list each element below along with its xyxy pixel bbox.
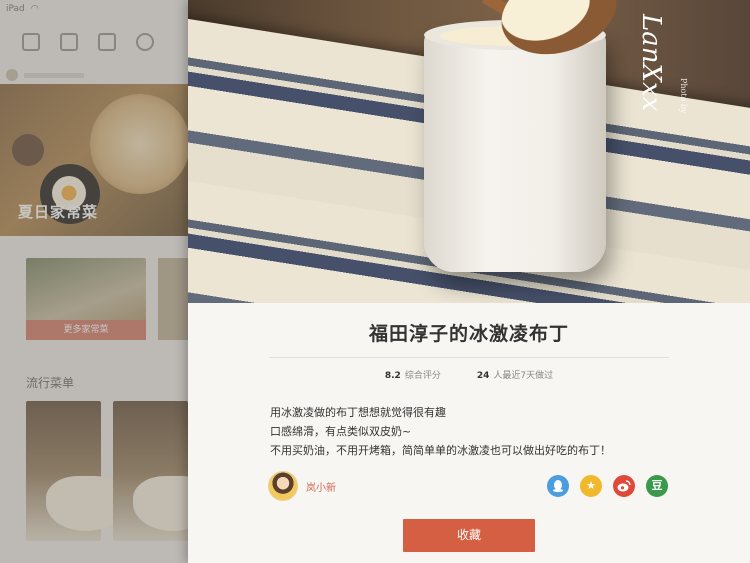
- weibo-glyph: [617, 480, 631, 492]
- cooks-stat: 24 人最近7天做过: [477, 368, 553, 381]
- favorite-button[interactable]: 收藏: [403, 519, 535, 552]
- recipe-content: 福田淳子的冰激凌布丁 8.2 综合评分 24 人最近7天做过 用冰激凌做的布丁想想就…: [188, 320, 750, 460]
- recipe-title: 福田淳子的冰激凌布丁: [368, 323, 569, 345]
- qq-icon[interactable]: [547, 475, 569, 497]
- rating-stat: 8.2 综合评分: [385, 368, 441, 381]
- qq-glyph: [553, 480, 563, 493]
- qzone-star-icon[interactable]: ★: [580, 475, 602, 497]
- background-app: iPad ◠ 夏日家常菜 更多家常菜 流行菜单: [0, 0, 188, 563]
- photo-watermark: LanXxx Photo by: [636, 14, 688, 124]
- description-line: 用冰激凌做的布丁想想就觉得很有趣: [270, 406, 446, 419]
- cooks-value: 24: [476, 371, 490, 381]
- recipe-description: 用冰激凌做的布丁想想就觉得很有趣 口感绵滑，有点类似双皮奶~ 不用买奶油，不用开…: [270, 403, 750, 460]
- weibo-icon[interactable]: [613, 475, 635, 497]
- recipe-detail-panel: LanXxx Photo by 福田淳子的冰激凌布丁 8.2 综合评分 24 人最近…: [188, 0, 750, 563]
- author-avatar[interactable]: [268, 471, 298, 501]
- cup: [424, 28, 606, 272]
- author-row: 岚小新 ★ 豆: [268, 470, 668, 502]
- dim-overlay[interactable]: [0, 0, 188, 563]
- rating-value: 8.2: [384, 371, 401, 381]
- description-line: 口感绵滑，有点类似双皮奶~: [270, 425, 412, 438]
- share-buttons: ★ 豆: [547, 475, 668, 497]
- recipe-stats: 8.2 综合评分 24 人最近7天做过: [188, 368, 750, 381]
- rating-label: 综合评分: [404, 371, 441, 381]
- douban-icon[interactable]: 豆: [646, 475, 668, 497]
- watermark-logo: LanXxx: [636, 14, 666, 112]
- description-line: 不用买奶油，不用开烤箱，简简单单的冰激凌也可以做出好吃的布丁！: [270, 444, 611, 457]
- watermark-credit: Photo by: [679, 78, 688, 114]
- recipe-photo: LanXxx Photo by: [188, 0, 750, 303]
- divider: [269, 357, 669, 358]
- author-name[interactable]: 岚小新: [306, 479, 336, 494]
- cooks-label: 人最近7天做过: [493, 371, 554, 381]
